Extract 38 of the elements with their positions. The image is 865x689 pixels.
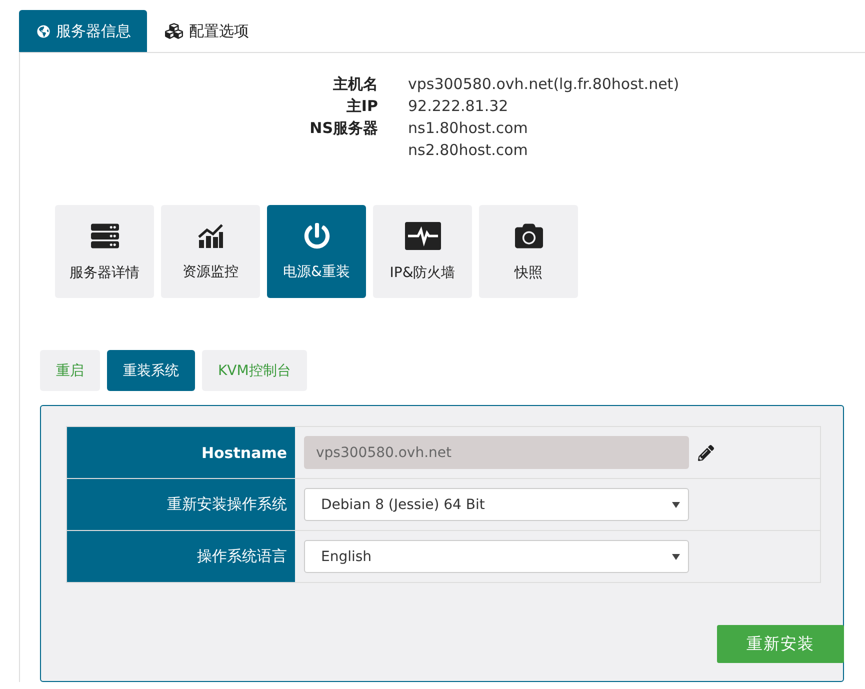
field-label: 操作系统语言 <box>67 531 295 582</box>
info-label: 主IP <box>345 96 378 117</box>
field-label: 重新安装操作系统 <box>67 479 295 530</box>
menu-tile[interactable]: 快照 <box>479 205 578 298</box>
tab[interactable]: 配置选项 <box>147 10 265 52</box>
edit-icon[interactable] <box>698 444 714 460</box>
tile-label: 服务器详情 <box>70 264 140 282</box>
menu-tile[interactable]: 服务器详情 <box>55 205 154 298</box>
heartbeat-monitor-icon <box>404 222 440 250</box>
info-value: ns2.80host.com <box>408 140 529 161</box>
info-label: 主机名 <box>332 74 378 95</box>
info-value: 92.222.81.32 <box>408 96 510 117</box>
globe-icon <box>37 24 50 38</box>
menu-tile[interactable]: IP&防火墙 <box>373 205 472 298</box>
power-icon <box>304 222 330 248</box>
camera-icon <box>514 222 542 250</box>
tile-label: 电源&重装 <box>283 262 350 280</box>
select-dropdown[interactable]: Debian 8 (Jessie) 64 Bit <box>304 488 689 521</box>
tab-label: 配置选项 <box>189 22 249 40</box>
cubes-icon <box>165 22 183 40</box>
tab[interactable]: 服务器信息 <box>19 10 147 52</box>
tile-label: 快照 <box>514 264 542 282</box>
field-label: Hostname <box>67 427 295 478</box>
tile-label: 资源监控 <box>182 262 238 280</box>
caret-icon <box>672 554 680 560</box>
menu-tile[interactable]: 电源&重装 <box>267 205 366 298</box>
server-icon <box>90 222 118 250</box>
select-dropdown[interactable]: English <box>304 540 689 573</box>
bar-chart-icon <box>198 222 224 248</box>
info-value: ns1.80host.com <box>408 118 529 139</box>
menu-tile[interactable]: 资源监控 <box>161 205 260 298</box>
info-value: vps300580.ovh.net(lg.fr.80host.net) <box>408 74 680 95</box>
tile-label: IP&防火墙 <box>390 264 456 282</box>
sub-tab[interactable]: 重装系统 <box>107 350 195 391</box>
hostname-field[interactable]: vps300580.ovh.net <box>304 436 689 469</box>
caret-icon <box>672 502 680 508</box>
tab-label: 服务器信息 <box>56 22 131 40</box>
info-label: NS服务器 <box>308 118 378 139</box>
